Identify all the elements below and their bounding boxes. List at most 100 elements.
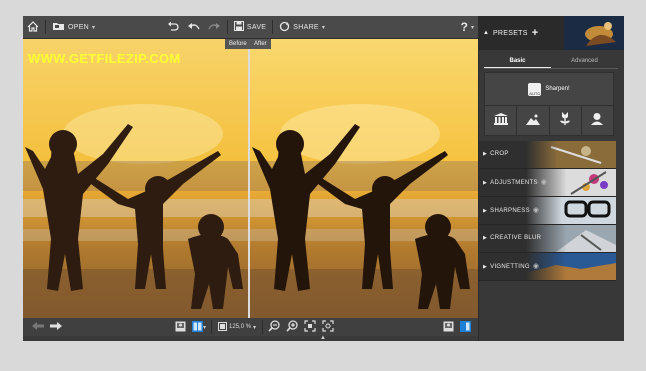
scene-landscape-button[interactable] <box>517 106 550 135</box>
help-button[interactable]: ? ▾ <box>457 16 478 38</box>
save-icon <box>233 21 244 33</box>
flower-icon <box>559 111 571 130</box>
before-label: Before <box>225 39 251 49</box>
chevron-down-icon: ▾ <box>203 324 207 331</box>
section-sharpness[interactable]: ▶ SHARPNESS ◉ <box>479 197 616 225</box>
undo-button[interactable] <box>163 16 183 38</box>
chevron-down-icon: ▾ <box>92 24 96 31</box>
tab-advanced[interactable]: Advanced <box>551 54 618 68</box>
single-view-icon <box>175 321 186 334</box>
landmark-icon <box>493 112 508 130</box>
sharpen-auto-button[interactable]: AUTO Sharpen! <box>485 73 613 106</box>
eye-icon[interactable]: ◉ <box>541 179 547 186</box>
before-pane <box>23 39 248 318</box>
chevron-down-icon: ▾ <box>253 324 257 331</box>
actual-size-icon <box>322 320 334 334</box>
zoom-out-button[interactable] <box>265 318 283 336</box>
arrow-right-icon <box>50 322 62 332</box>
share-button[interactable]: SHARE ▾ <box>275 16 329 38</box>
save-label: SAVE <box>246 23 267 31</box>
chevron-down-icon: ▾ <box>321 24 325 31</box>
home-button[interactable] <box>23 16 43 38</box>
help-icon: ? <box>460 20 468 34</box>
presets-header[interactable]: ▲ PRESETS + <box>479 16 624 50</box>
section-creative-blur-label: CREATIVE BLUR <box>490 235 542 241</box>
arrow-left-icon <box>32 322 44 332</box>
chevron-right-icon: ▶ <box>483 151 488 157</box>
next-image-button[interactable] <box>47 318 65 336</box>
app-window: OPEN ▾ SAVE SHARE ▾ ? ▾ Before After WWW… <box>23 16 624 341</box>
watermark-text: WWW.GETFILEZIP.COM <box>28 51 181 66</box>
chevron-down-icon: ▲ <box>483 30 489 36</box>
top-toolbar: OPEN ▾ SAVE SHARE ▾ ? ▾ <box>23 16 478 39</box>
actual-size-button[interactable] <box>319 318 337 336</box>
auto-camera-icon: AUTO <box>528 82 542 96</box>
image-viewer[interactable]: Before After WWW.GETFILEZIP.COM <box>23 39 478 318</box>
after-pane <box>250 39 478 318</box>
section-crop-label: CROP <box>490 151 509 157</box>
zoom-select[interactable]: 125,0 % ▾ <box>214 321 260 333</box>
before-photo <box>23 39 248 318</box>
sharpness-thumbnail <box>526 197 616 224</box>
chevron-right-icon: ▶ <box>483 235 488 241</box>
toolbar-separator <box>45 20 46 34</box>
fit-screen-icon <box>304 320 316 334</box>
chevron-up-icon[interactable]: ▲ <box>320 335 326 341</box>
vignetting-thumbnail <box>526 253 616 280</box>
zoom-out-icon <box>268 320 280 334</box>
tab-basic[interactable]: Basic <box>484 54 551 68</box>
after-label: After <box>250 39 271 49</box>
back-button[interactable] <box>183 16 204 38</box>
presets-label: PRESETS <box>492 29 528 37</box>
chevron-down-icon: ▾ <box>470 24 474 31</box>
navigator-button[interactable] <box>440 318 457 336</box>
eye-icon[interactable]: ◉ <box>533 263 539 270</box>
forward-button[interactable] <box>204 16 225 38</box>
share-icon <box>279 21 290 34</box>
fit-icon <box>218 321 228 333</box>
split-view-button[interactable]: ▾ <box>189 318 209 336</box>
scene-portrait-button[interactable] <box>582 106 613 135</box>
section-sharpness-label: SHARPNESS <box>490 208 530 214</box>
section-vignetting[interactable]: ▶ VIGNETTING ◉ <box>479 253 616 281</box>
add-preset-icon[interactable]: + <box>532 27 538 39</box>
undo-icon <box>167 21 179 33</box>
back-icon <box>187 21 200 33</box>
split-view-icon <box>192 320 203 334</box>
section-adjustments[interactable]: ▶ ADJUSTMENTS ◉ <box>479 169 616 197</box>
crop-thumbnail <box>526 141 616 168</box>
scene-nature-button[interactable] <box>550 106 582 135</box>
panel-toggle-icon <box>460 320 471 334</box>
fit-to-screen-button[interactable] <box>301 318 319 336</box>
chevron-right-icon: ▶ <box>483 264 488 270</box>
bottom-toolbar: ▾ 125,0 % ▾ <box>23 318 478 336</box>
open-button[interactable]: OPEN ▾ <box>48 16 99 38</box>
scene-architecture-button[interactable] <box>485 106 518 135</box>
chevron-right-icon: ▶ <box>483 208 488 214</box>
single-view-button[interactable] <box>172 318 189 336</box>
folder-icon <box>52 21 65 33</box>
sharpen-label: Sharpen! <box>545 86 570 92</box>
section-vignetting-label: VIGNETTING <box>490 264 530 270</box>
auto-label: AUTO <box>529 90 541 96</box>
open-label: OPEN <box>68 23 90 31</box>
section-crop[interactable]: ▶ CROP <box>479 141 616 169</box>
section-adjustments-label: ADJUSTMENTS <box>490 180 538 186</box>
zoom-in-icon <box>286 320 298 334</box>
previous-image-button[interactable] <box>29 318 47 336</box>
zoom-value: 125,0 % <box>229 324 252 330</box>
save-button[interactable]: SAVE <box>230 16 270 38</box>
chevron-right-icon: ▶ <box>483 180 488 186</box>
home-icon <box>27 20 39 34</box>
presets-thumbnail <box>564 16 624 50</box>
section-creative-blur[interactable]: ▶ CREATIVE BLUR <box>479 225 616 253</box>
landscape-icon <box>525 112 540 130</box>
zoom-in-button[interactable] <box>283 318 301 336</box>
navigator-icon <box>443 321 454 334</box>
forward-icon <box>208 21 221 33</box>
scene-presets <box>485 106 613 135</box>
eye-icon[interactable]: ◉ <box>533 207 539 214</box>
after-photo <box>250 39 478 318</box>
panel-toggle-button[interactable] <box>457 318 474 336</box>
portrait-icon <box>591 112 604 130</box>
